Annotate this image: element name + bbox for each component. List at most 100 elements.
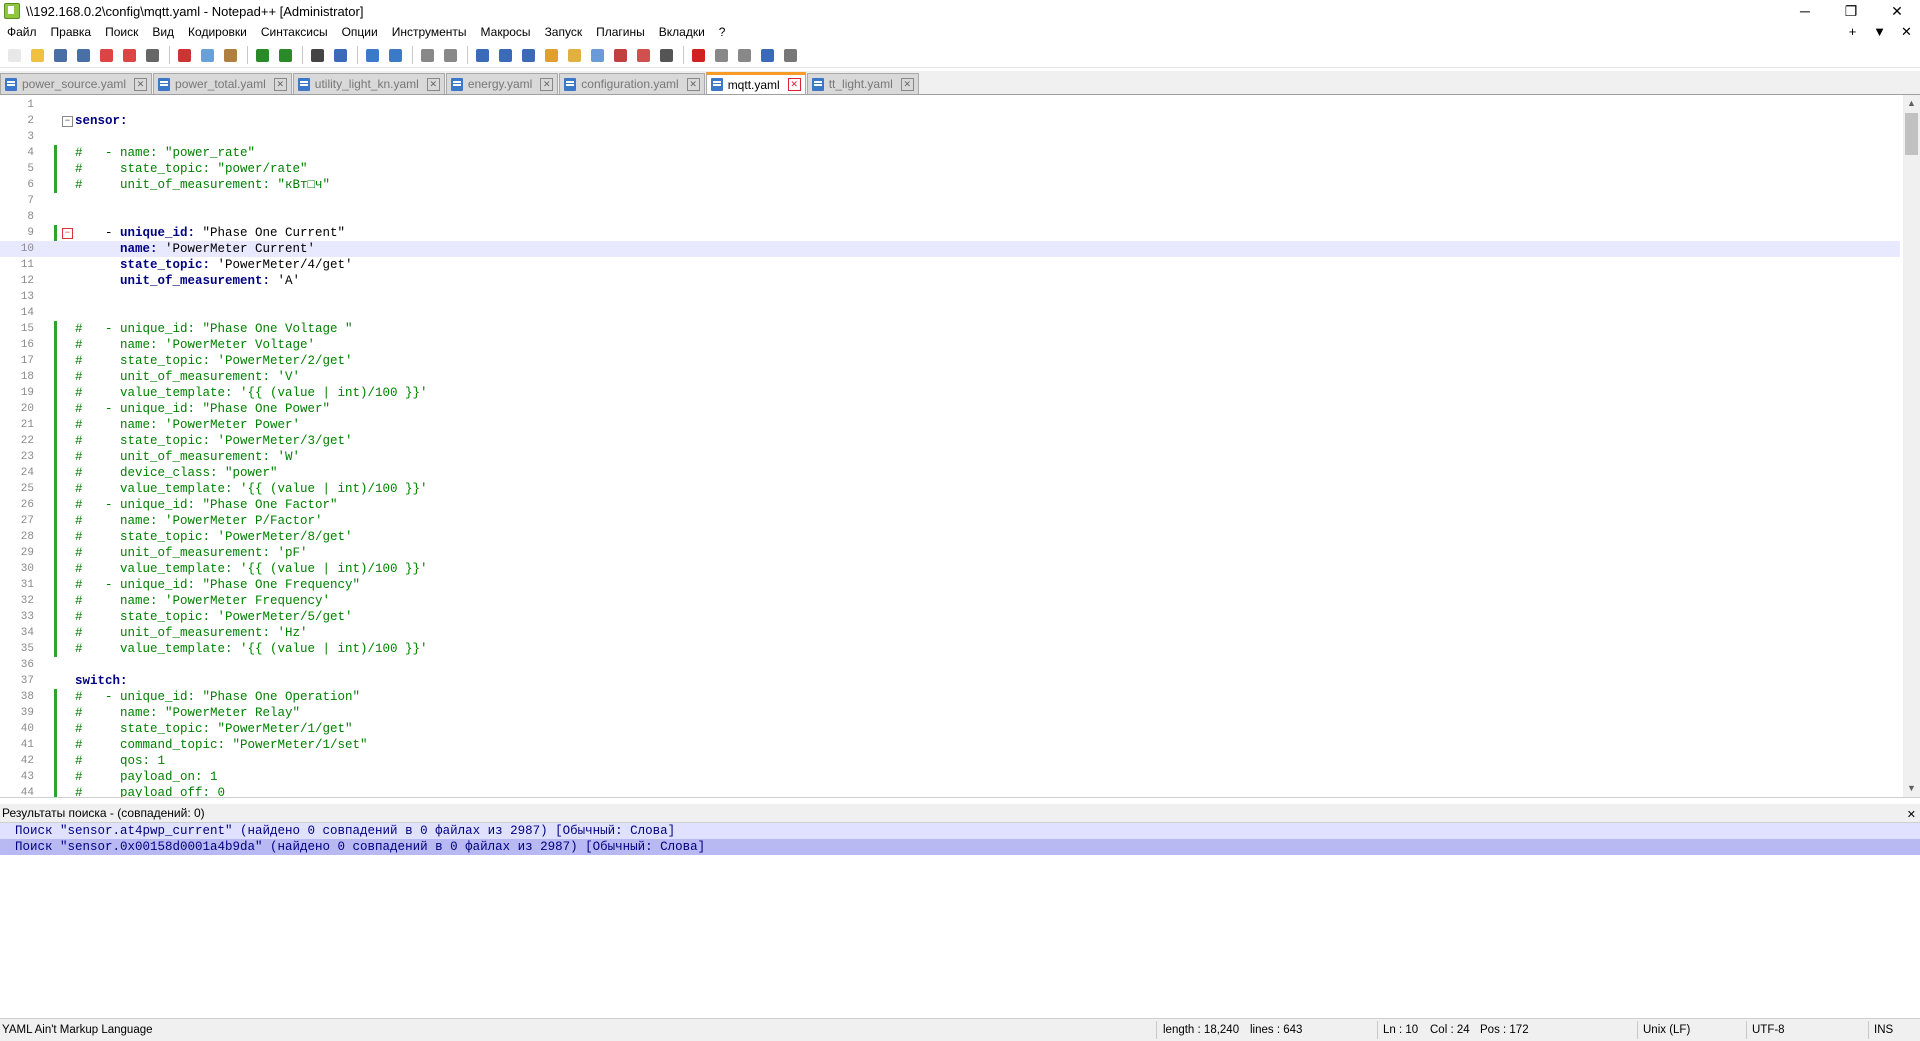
- tab-tt_light-yaml[interactable]: tt_light.yaml ✕: [806, 73, 919, 94]
- sync-vertical-button[interactable]: [417, 45, 437, 65]
- code-line[interactable]: 23 # unit_of_measurement: 'W': [0, 449, 1900, 465]
- sync-horizontal-button[interactable]: [440, 45, 460, 65]
- menu-run[interactable]: Запуск: [538, 22, 590, 42]
- code-line[interactable]: 26 # - unique_id: "Phase One Factor": [0, 497, 1900, 513]
- code-line[interactable]: 1: [0, 97, 1900, 113]
- folder-workspace-button[interactable]: [610, 45, 630, 65]
- scroll-down-icon[interactable]: ▼: [1903, 780, 1920, 797]
- close-all-button[interactable]: [119, 45, 139, 65]
- scroll-up-icon[interactable]: ▲: [1903, 95, 1920, 112]
- close-button[interactable]: [96, 45, 116, 65]
- menu-help[interactable]: ?: [712, 22, 733, 42]
- code-line[interactable]: 6 # unit_of_measurement: "кВт□ч": [0, 177, 1900, 193]
- code-line[interactable]: 42 # qos: 1: [0, 753, 1900, 769]
- zoom-out-button[interactable]: [385, 45, 405, 65]
- code-line[interactable]: 38 # - unique_id: "Phase One Operation": [0, 689, 1900, 705]
- tab-close-icon[interactable]: ✕: [426, 77, 440, 91]
- menu-language[interactable]: Синтаксисы: [254, 22, 335, 42]
- word-wrap-button[interactable]: [472, 45, 492, 65]
- code-line[interactable]: 8: [0, 209, 1900, 225]
- search-result-line[interactable]: Поиск "sensor.at4pwp_current" (найдено 0…: [0, 823, 1920, 839]
- notepadpp-app-icon[interactable]: [4, 3, 20, 19]
- menu-view[interactable]: Вид: [145, 22, 181, 42]
- find-button[interactable]: [307, 45, 327, 65]
- code-line[interactable]: 25 # value_template: '{{ (value | int)/10…: [0, 481, 1900, 497]
- search-result-line[interactable]: Поиск "sensor.0x00158d0001a4b9da" (найде…: [0, 839, 1920, 855]
- restore-button[interactable]: ❐: [1828, 0, 1874, 22]
- redo-button[interactable]: [275, 45, 295, 65]
- tab-power_total-yaml[interactable]: power_total.yaml ✕: [153, 73, 292, 94]
- code-line[interactable]: 32 # name: 'PowerMeter Frequency': [0, 593, 1900, 609]
- code-line[interactable]: 29 # unit_of_measurement: 'pF': [0, 545, 1900, 561]
- code-line[interactable]: 13: [0, 289, 1900, 305]
- code-editor[interactable]: 44 # payload_off: 0 43 # payload_on: 1 42 # q…: [0, 95, 1920, 798]
- tab-close-icon[interactable]: ✕: [134, 77, 148, 91]
- code-line[interactable]: 2 − sensor:: [0, 113, 1900, 129]
- code-line[interactable]: 4 # - name: "power_rate": [0, 145, 1900, 161]
- code-line[interactable]: 11 state_topic: 'PowerMeter/4/get': [0, 257, 1900, 273]
- indent-guide-button[interactable]: [518, 45, 538, 65]
- tab-list-dropdown-icon[interactable]: ▼: [1866, 22, 1893, 42]
- menu-edit[interactable]: Правка: [44, 22, 99, 42]
- code-line[interactable]: 43 # payload_on: 1: [0, 769, 1900, 785]
- code-line[interactable]: 18 # unit_of_measurement: 'V': [0, 369, 1900, 385]
- eye-button[interactable]: [656, 45, 676, 65]
- function-list-button[interactable]: [587, 45, 607, 65]
- code-line[interactable]: 34 # unit_of_measurement: 'Hz': [0, 625, 1900, 641]
- undo-button[interactable]: [252, 45, 272, 65]
- code-line[interactable]: 9 − - unique_id: "Phase One Current": [0, 225, 1900, 241]
- code-line[interactable]: 35 # value_template: '{{ (value | int)/10…: [0, 641, 1900, 657]
- code-line[interactable]: 40 # state_topic: "PowerMeter/1/get": [0, 721, 1900, 737]
- code-line[interactable]: 10 name: 'PowerMeter Current': [0, 241, 1900, 257]
- code-line[interactable]: 20 # - unique_id: "Phase One Power": [0, 401, 1900, 417]
- menu-tools[interactable]: Инструменты: [385, 22, 474, 42]
- code-line[interactable]: 31 # - unique_id: "Phase One Frequency": [0, 577, 1900, 593]
- code-line[interactable]: 33 # state_topic: 'PowerMeter/5/get': [0, 609, 1900, 625]
- code-line[interactable]: 27 # name: 'PowerMeter P/Factor': [0, 513, 1900, 529]
- code-line[interactable]: 37 switch:: [0, 673, 1900, 689]
- close-window-button[interactable]: ✕: [1874, 0, 1920, 22]
- code-line[interactable]: 14: [0, 305, 1900, 321]
- code-line[interactable]: 30 # value_template: '{{ (value | int)/10…: [0, 561, 1900, 577]
- close-document-icon[interactable]: ✕: [1893, 22, 1920, 42]
- run-macro-multiple-button[interactable]: [757, 45, 777, 65]
- stop-macro-button[interactable]: [711, 45, 731, 65]
- play-macro-button[interactable]: [734, 45, 754, 65]
- document-map-button[interactable]: [564, 45, 584, 65]
- close-results-icon[interactable]: ✕: [1907, 806, 1916, 824]
- code-line[interactable]: 39 # name: "PowerMeter Relay": [0, 705, 1900, 721]
- tab-close-icon[interactable]: ✕: [686, 77, 700, 91]
- code-line[interactable]: 15 # - unique_id: "Phase One Voltage ": [0, 321, 1900, 337]
- fold-toggle-icon[interactable]: −: [62, 116, 73, 127]
- user-language-button[interactable]: [541, 45, 561, 65]
- code-line[interactable]: 3: [0, 129, 1900, 145]
- tab-close-icon[interactable]: ✕: [900, 77, 914, 91]
- code-line[interactable]: 12 unit_of_measurement: 'A': [0, 273, 1900, 289]
- save-macro-button[interactable]: [780, 45, 800, 65]
- record-macro-button[interactable]: [688, 45, 708, 65]
- print-button[interactable]: [142, 45, 162, 65]
- tab-close-icon[interactable]: ✕: [273, 77, 287, 91]
- save-button[interactable]: [50, 45, 70, 65]
- show-all-chars-button[interactable]: [495, 45, 515, 65]
- menu-settings[interactable]: Опции: [335, 22, 385, 42]
- open-file-button[interactable]: [27, 45, 47, 65]
- save-all-button[interactable]: [73, 45, 93, 65]
- tab-power_source-yaml[interactable]: power_source.yaml ✕: [0, 73, 153, 94]
- monitoring-button[interactable]: [633, 45, 653, 65]
- menu-macro[interactable]: Макросы: [474, 22, 538, 42]
- code-line[interactable]: 22 # state_topic: 'PowerMeter/3/get': [0, 433, 1900, 449]
- code-line[interactable]: 21 # name: 'PowerMeter Power': [0, 417, 1900, 433]
- tab-mqtt-yaml[interactable]: mqtt.yaml ✕: [705, 72, 806, 94]
- code-line[interactable]: 24 # device_class: "power": [0, 465, 1900, 481]
- menu-encoding[interactable]: Кодировки: [181, 22, 254, 42]
- code-line[interactable]: 41 # command_topic: "PowerMeter/1/set": [0, 737, 1900, 753]
- vertical-scrollbar[interactable]: ▲ ▼: [1903, 95, 1920, 797]
- tab-configuration-yaml[interactable]: configuration.yaml ✕: [559, 73, 705, 94]
- tab-utility_light_kn-yaml[interactable]: utility_light_kn.yaml ✕: [292, 73, 445, 94]
- code-line[interactable]: 16 # name: 'PowerMeter Voltage': [0, 337, 1900, 353]
- menu-file[interactable]: Файл: [0, 22, 44, 42]
- code-line[interactable]: 17 # state_topic: 'PowerMeter/2/get': [0, 353, 1900, 369]
- code-line[interactable]: 28 # state_topic: 'PowerMeter/8/get': [0, 529, 1900, 545]
- cut-button[interactable]: [174, 45, 194, 65]
